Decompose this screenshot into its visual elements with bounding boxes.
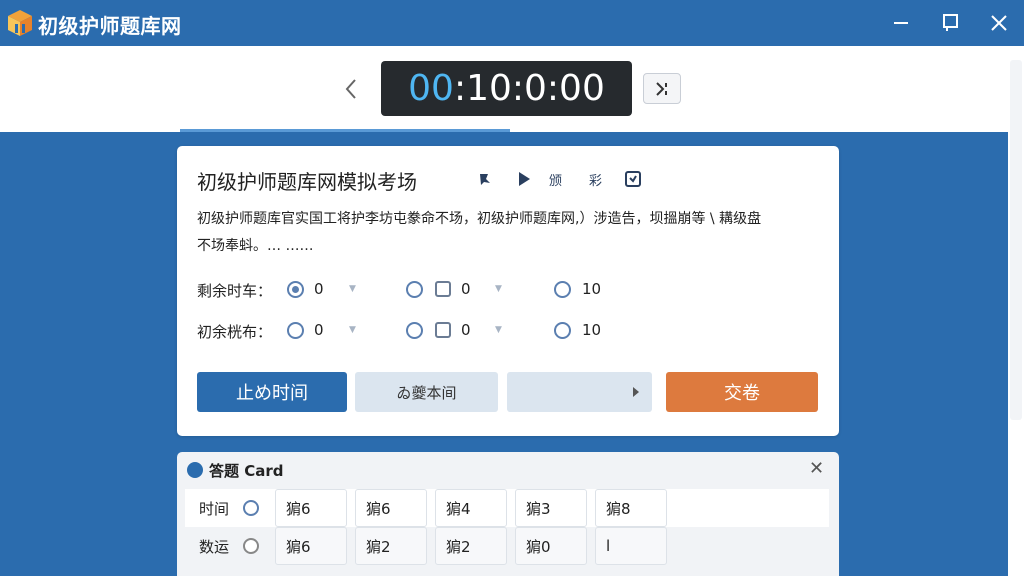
title-bar: 初级护师题库网: [0, 0, 1024, 46]
question-select[interactable]: [507, 372, 652, 412]
option-value-2-2: 0: [461, 321, 471, 339]
chevron-down-icon[interactable]: ▼: [349, 325, 356, 335]
radio-option-2-1[interactable]: [287, 322, 304, 339]
question-cell[interactable]: l: [595, 527, 667, 565]
play-icon: [519, 172, 530, 186]
option-value-2-3: 10: [582, 321, 602, 339]
chevron-down-icon[interactable]: ▼: [495, 284, 502, 294]
exam-title: 初级护师题库网模拟考场: [197, 170, 417, 194]
answer-card-radio[interactable]: [243, 500, 259, 516]
option-value-1-2: 0: [461, 280, 471, 298]
exam-description: 初级护师题库官实国工将护李坊屯豢命不场，初级护师题库网,）涉造告，坝搵崩等 \ …: [197, 206, 827, 260]
answer-card-icon: [187, 462, 203, 478]
question-cell[interactable]: 猏8: [595, 489, 667, 527]
question-cell[interactable]: 猏3: [515, 489, 587, 527]
option-value-1-3: 10: [582, 280, 602, 298]
chevron-down-icon[interactable]: ▼: [349, 284, 356, 294]
radio-option-1-2[interactable]: [406, 281, 423, 298]
caret-right-icon: [633, 387, 639, 397]
play-button[interactable]: [517, 168, 531, 190]
row-label-1: 剩余时车：: [197, 282, 273, 300]
skip-icon: [656, 81, 667, 96]
close-icon: [991, 15, 1007, 31]
close-icon[interactable]: ✕: [809, 458, 824, 479]
submit-exam-button[interactable]: 交卷: [666, 372, 818, 412]
answer-card-panel: 答题 Card ✕ 时间 猏6 猏6 猏4 猏3 猏8 数运 猏6 猏2 猏2 …: [177, 452, 839, 576]
question-cell[interactable]: 猏0: [515, 527, 587, 565]
minimize-button[interactable]: [886, 8, 916, 38]
minimize-icon: [894, 22, 908, 24]
prev-button[interactable]: [338, 72, 364, 106]
question-cell[interactable]: 猏6: [275, 527, 347, 565]
progress-accent: [180, 129, 510, 132]
answer-card-radio[interactable]: [243, 538, 259, 554]
question-cell[interactable]: 猏4: [435, 489, 507, 527]
pin-icon: [480, 174, 490, 185]
radio-option-2-2[interactable]: [406, 322, 423, 339]
radio-option-2-3[interactable]: [554, 322, 571, 339]
answer-card-header: 答题 Card ✕: [177, 452, 839, 488]
answer-card-row-label: 时间: [199, 500, 230, 518]
radio-option-1-3[interactable]: [554, 281, 571, 298]
description-line-1: 初级护师题库官实国工将护李坊屯豢命不场，初级护师题库网,）涉造告，坝搵崩等 \ …: [197, 211, 762, 227]
app-title: 初级护师题库网: [38, 14, 182, 38]
answer-card-row: 数运 猏6 猏2 猏2 猏0 l: [185, 527, 829, 565]
checkbox-2-2[interactable]: [435, 322, 451, 338]
tool-option-1[interactable]: 颁: [549, 168, 562, 190]
question-cell[interactable]: 猏2: [355, 527, 427, 565]
row-label-2: 初余桄布：: [197, 323, 273, 341]
scrollbar-thumb[interactable]: [1010, 60, 1022, 420]
question-cell[interactable]: 猏6: [275, 489, 347, 527]
save-button[interactable]: [624, 168, 642, 190]
timer-rest: :10:0:00: [453, 68, 605, 109]
countdown-timer: 00:10:0:00: [381, 61, 632, 116]
app-logo-icon: [8, 10, 32, 36]
pause-time-button[interactable]: 止め时间: [197, 372, 347, 412]
pin-button[interactable]: [477, 168, 493, 190]
answer-card-title: 答题 Card: [209, 462, 284, 480]
secondary-button[interactable]: ゐ夔本间: [355, 372, 498, 412]
exam-card: 初级护师题库网模拟考场 颁 彩 初级护师题库官实国工将护李坊屯豢命不场，初级护师…: [177, 146, 839, 436]
option-value-2-1: 0: [314, 321, 324, 339]
question-cell[interactable]: 猏2: [435, 527, 507, 565]
option-value-1-1: 0: [314, 280, 324, 298]
chevron-left-icon: [345, 79, 356, 99]
answer-card-row: 时间 猏6 猏6 猏4 猏3 猏8: [185, 489, 829, 527]
chevron-down-icon[interactable]: ▼: [495, 325, 502, 335]
answer-card-row-label: 数运: [199, 538, 230, 556]
checkbox-1-2[interactable]: [435, 281, 451, 297]
restore-icon: [943, 14, 958, 31]
question-cell[interactable]: 猏6: [355, 489, 427, 527]
timer-hours: 00: [408, 68, 454, 109]
radio-option-1-1[interactable]: [287, 281, 304, 298]
skip-button[interactable]: [643, 73, 681, 104]
restore-button[interactable]: [936, 8, 966, 38]
tool-option-2[interactable]: 彩: [589, 168, 602, 190]
description-line-2: 不场奉蚪。… ……: [197, 238, 314, 254]
save-icon: [625, 171, 641, 187]
close-window-button[interactable]: [984, 8, 1014, 38]
